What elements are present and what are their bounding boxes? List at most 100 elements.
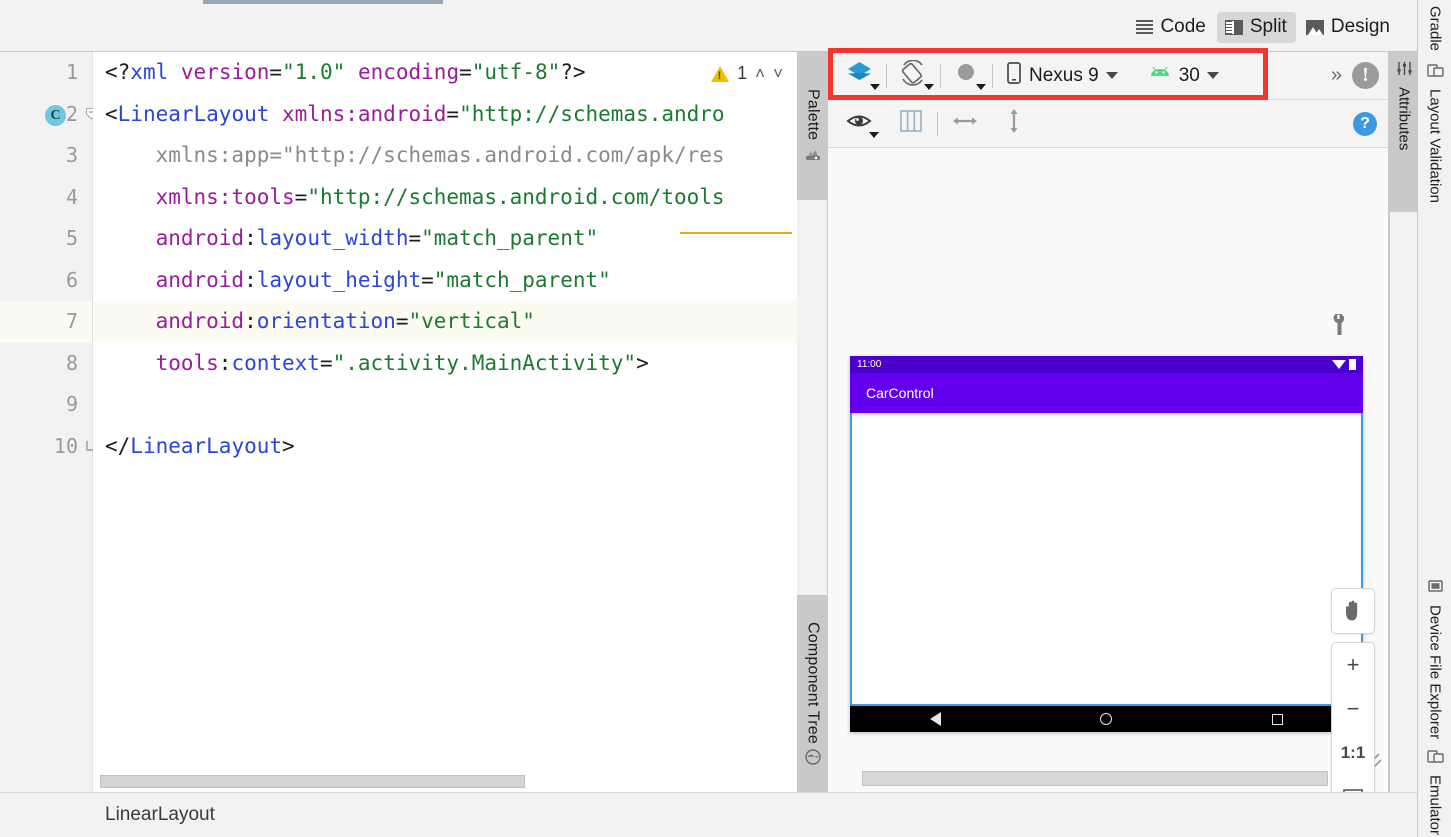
gutter-row[interactable]: 10 <box>0 426 96 468</box>
code-line[interactable]: xmlns:tools="http://schemas.android.com/… <box>93 177 797 219</box>
issue-notification-badge[interactable]: ! <box>1352 62 1379 89</box>
preview-app-title: CarControl <box>866 385 934 401</box>
inspection-count: 1 <box>737 63 748 83</box>
design-preview-panel[interactable]: Nexus 9 30 » ! ? 11:00 CarControl + − 1:… <box>828 52 1389 792</box>
view-mode-code[interactable]: Code <box>1128 12 1214 43</box>
device-file-icon <box>1427 578 1444 600</box>
design-surface-mode-button[interactable] <box>838 59 881 93</box>
gutter-row[interactable]: 9 <box>0 384 92 426</box>
design-toolbar-row2[interactable]: ? <box>828 100 1389 148</box>
sidebar-item-gradle[interactable]: Gradle <box>1418 6 1451 51</box>
gutter-row[interactable]: 3 <box>0 135 92 177</box>
help-button[interactable]: ? <box>1353 111 1377 136</box>
pan-tool-button[interactable] <box>1332 589 1374 633</box>
zoom-in-button[interactable]: + <box>1332 643 1374 687</box>
chevron-down-icon <box>924 83 934 90</box>
line-number: 10 <box>53 433 78 458</box>
zoom-actual-size-button[interactable]: 1:1 <box>1332 731 1374 775</box>
preview-status-time: 11:00 <box>857 359 882 370</box>
gutter-row[interactable]: 4 <box>0 177 92 219</box>
split-panes-icon <box>1224 19 1243 35</box>
gutter-row[interactable]: 5 <box>0 218 92 260</box>
canvas-horizontal-scrollbar[interactable] <box>862 771 1362 786</box>
blueprint-toggle-button[interactable] <box>890 107 932 141</box>
gutter-row[interactable]: 6 <box>0 260 92 302</box>
code-token: > <box>282 433 295 458</box>
palette-icon <box>805 147 821 163</box>
gutter-row[interactable]: 2C <box>0 94 98 136</box>
gutter-row[interactable]: 8 <box>0 343 92 385</box>
top-bar: Code Split Design <box>0 0 1451 52</box>
gutter-row[interactable]: 1 <box>0 52 92 94</box>
design-toolbar-row1[interactable]: Nexus 9 30 » ! <box>828 52 1389 100</box>
code-line[interactable]: android:layout_height="match_parent" <box>93 260 797 302</box>
code-line[interactable]: xmlns:app="http://schemas.android.com/ap… <box>93 135 797 177</box>
view-options-button[interactable] <box>838 107 880 141</box>
view-mode-split[interactable]: Split <box>1216 12 1296 43</box>
preview-status-bar: 11:00 <box>850 356 1363 373</box>
sidebar-item-layout-validation[interactable]: Layout Validation <box>1418 62 1451 203</box>
code-line[interactable]: </LinearLayout> <box>93 426 797 468</box>
preview-root-linearlayout[interactable] <box>850 413 1363 706</box>
design-canvas[interactable]: 11:00 CarControl + − 1:1 <box>828 148 1389 792</box>
breadcrumb[interactable]: LinearLayout <box>105 804 215 826</box>
code-line[interactable]: <?xml version="1.0" encoding="utf-8"?> <box>93 52 797 94</box>
toolbar-overflow-button[interactable]: » <box>1321 64 1352 87</box>
device-preview[interactable]: 11:00 CarControl <box>850 356 1363 732</box>
code-token: context <box>231 350 320 375</box>
canvas-scrollbar-thumb[interactable] <box>862 771 1328 786</box>
match-height-button[interactable] <box>997 107 1031 141</box>
code-token: tools <box>155 350 219 375</box>
editor-scrollbar-thumb[interactable] <box>100 775 525 788</box>
view-mode-split-label: Split <box>1249 16 1287 37</box>
line-number: 3 <box>65 143 78 167</box>
sidebar-item-palette[interactable]: Palette <box>797 52 828 200</box>
api-level-selector-button[interactable]: 30 <box>1140 59 1227 93</box>
sidebar-item-emulator[interactable]: Emulator <box>1418 748 1451 835</box>
device-selector-label: Nexus 9 <box>1029 64 1099 86</box>
line-number: 1 <box>65 60 78 84</box>
zoom-to-fit-button[interactable] <box>1332 775 1374 792</box>
code-line[interactable] <box>93 384 797 426</box>
code-line[interactable]: <LinearLayout xmlns:android="http://sche… <box>93 94 797 136</box>
gutter-row[interactable]: 7 <box>0 301 127 343</box>
inspection-widget[interactable]: 1 ˄ ˅ <box>711 63 783 84</box>
code-token: android <box>155 267 245 292</box>
home-circle-icon[interactable] <box>1100 713 1113 725</box>
back-triangle-icon[interactable] <box>929 712 941 726</box>
match-width-button[interactable] <box>943 107 987 141</box>
inspection-prev-button[interactable]: ˄ <box>755 64 765 84</box>
zoom-out-button[interactable]: − <box>1332 687 1374 731</box>
view-mode-design[interactable]: Design <box>1298 12 1399 43</box>
active-editor-tab-underline[interactable] <box>203 0 443 4</box>
code-token: "1.0" <box>282 60 346 84</box>
code-token: "match_parent" <box>433 267 611 292</box>
line-number: 2 <box>65 101 78 126</box>
code-line[interactable]: tools:context=".activity.MainActivity"> <box>93 343 797 385</box>
editor-gutter[interactable]: 1 2 C 3 4 5 6 7 8 9 10 <box>0 52 127 792</box>
device-selector-button[interactable]: Nexus 9 <box>998 59 1126 93</box>
code-token: "utf-8" <box>471 60 561 84</box>
view-mode-switcher[interactable]: Code Split Design <box>1128 12 1399 43</box>
sidebar-item-device-file-explorer[interactable]: Device File Explorer <box>1418 578 1451 739</box>
code-token: "http://schemas.andro <box>459 101 725 126</box>
orientation-toggle-button[interactable] <box>892 58 935 93</box>
sidebar-item-attributes[interactable]: Attributes <box>1390 52 1418 212</box>
editor-horizontal-scrollbar[interactable] <box>100 775 790 788</box>
zoom-controls[interactable]: + − 1:1 <box>1331 588 1375 792</box>
class-marker-icon[interactable]: C <box>45 104 66 126</box>
code-token: : <box>244 267 257 292</box>
sidebar-item-component-tree[interactable]: Component Tree <box>797 595 828 792</box>
recents-square-icon[interactable] <box>1272 713 1284 725</box>
code-line[interactable]: android:orientation="vertical" <box>93 301 797 343</box>
warning-triangle-icon <box>711 65 730 82</box>
inspection-next-button[interactable]: ˅ <box>773 64 783 84</box>
code-line[interactable]: android:layout_width="match_parent" <box>93 218 797 260</box>
code-editor[interactable]: 1 2 C 3 4 5 6 7 8 9 10 <?xml version="1.0" encodin… <box>0 52 797 792</box>
editor-code-area[interactable]: <?xml version="1.0" encoding="utf-8"?> <L… <box>93 52 797 792</box>
theme-selector-button[interactable] <box>946 59 987 93</box>
code-token: = <box>446 101 460 126</box>
code-token: <? <box>105 60 131 84</box>
